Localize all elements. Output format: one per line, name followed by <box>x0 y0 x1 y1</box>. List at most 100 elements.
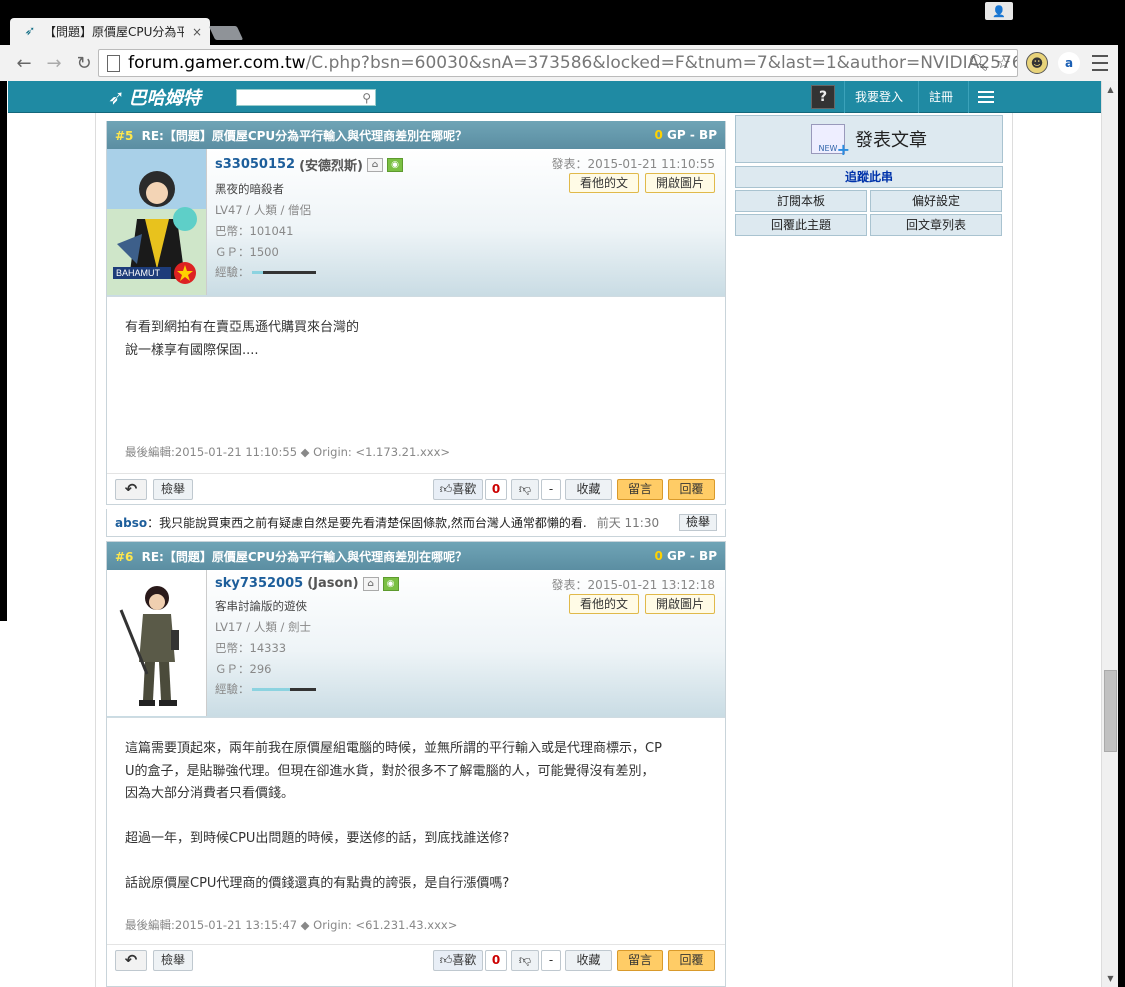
comment-button[interactable]: 留言 <box>617 950 663 971</box>
extension-face-icon[interactable]: ☻ <box>1026 52 1048 74</box>
user-info: sky7352005 (Jason) ⌂ ◉ 客串討論版的遊俠 LV17 / 人… <box>215 576 575 696</box>
forward-arrow-icon[interactable]: → <box>42 51 66 75</box>
site-header: ➶ 巴哈姆特 ⚲ ? 我要登入 註冊 <box>8 81 1101 113</box>
view-user-posts-button[interactable]: 看他的文 <box>568 173 639 193</box>
preferences-button[interactable]: 偏好設定 <box>870 190 1002 212</box>
reply-button[interactable]: 回覆 <box>668 479 715 500</box>
site-search-input[interactable]: ⚲ <box>236 89 376 106</box>
search-icon[interactable]: ⚲ <box>362 91 371 105</box>
collect-button[interactable]: 收藏 <box>565 479 612 500</box>
new-post-label: 發表文章 <box>855 130 927 151</box>
thumbs-down-icon[interactable]: 👎︎ <box>511 479 539 500</box>
view-user-posts-button[interactable]: 看他的文 <box>568 594 639 614</box>
dislike-count: - <box>541 479 561 500</box>
user-coins: 巴幣：14333 <box>215 641 287 655</box>
browser-tab[interactable]: ➶ 【問題】原價屋CPU分為平 × <box>10 18 210 45</box>
comment-text: ：我只能說買東西之前有疑慮自然是要先看清楚保固條款,然而台灣人通常都懶的看. <box>147 516 587 530</box>
comment-report-button[interactable]: 檢舉 <box>678 514 717 531</box>
zoom-search-icon[interactable]: 🔍︎ <box>968 53 988 72</box>
bp-label: - BP <box>689 549 717 563</box>
user-avatar-icon[interactable]: ? <box>811 85 835 109</box>
logo-text: 巴哈姆特 <box>128 88 201 109</box>
track-thread-button[interactable]: 追蹤此串 <box>735 166 1003 188</box>
exp-label: 經驗： <box>215 682 250 696</box>
subscribe-board-button[interactable]: 訂閱本板 <box>735 190 867 212</box>
post-text-line: 說一樣享有國際保固.... <box>125 342 259 358</box>
comment-time: 前天 11:30 <box>596 516 660 530</box>
home-icon[interactable]: ⌂ <box>362 576 379 591</box>
exp-bar <box>251 687 316 691</box>
rss-icon[interactable]: ◉ <box>382 576 399 591</box>
comment-button[interactable]: 留言 <box>617 479 663 500</box>
user-avatar[interactable] <box>107 570 207 716</box>
rss-icon[interactable]: ◉ <box>387 157 403 172</box>
like-button[interactable]: 👍︎喜歡 <box>433 479 483 500</box>
site-logo[interactable]: ➶ 巴哈姆特 <box>108 84 201 110</box>
dragon-logo-icon: ➶ <box>108 85 125 109</box>
browser-tabstrip: ➶ 【問題】原價屋CPU分為平 × 👤 <box>0 0 1125 45</box>
address-bar[interactable]: forum.gamer.com.tw /C.php?bsn=60030&snA=… <box>98 49 1018 77</box>
floor-number: #5 <box>115 128 134 143</box>
gp-count: 0 <box>654 128 663 142</box>
gp-count: 0 <box>654 549 663 563</box>
post-text-line: 有看到網拍有在賣亞馬遜代購買來台灣的 <box>125 320 360 335</box>
post-text-line: 話說原價屋CPU代理商的價錢還真的有點貴的誇張，是自行漲價嗎? <box>125 876 510 891</box>
open-images-button[interactable]: 開啟圖片 <box>644 594 715 614</box>
new-tab-button[interactable] <box>208 26 244 40</box>
back-to-list-button[interactable]: 回文章列表 <box>870 214 1002 236</box>
floor-number: #6 <box>115 549 134 564</box>
tab-title: 【問題】原價屋CPU分為平 <box>44 25 184 39</box>
collect-button[interactable]: 收藏 <box>565 950 612 971</box>
user-exp: 經驗： <box>215 682 575 696</box>
profile-icon[interactable]: 👤 <box>985 2 1013 20</box>
open-images-button[interactable]: 開啟圖片 <box>644 173 715 193</box>
back-button[interactable]: ↶ <box>115 479 147 500</box>
thumbs-up-icon: 👍︎ <box>439 482 453 496</box>
like-count: 0 <box>485 479 507 500</box>
register-link[interactable]: 註冊 <box>918 81 963 113</box>
post-text-line <box>125 806 707 829</box>
back-button[interactable]: ↶ <box>115 950 147 971</box>
tab-close-icon[interactable]: × <box>192 25 202 39</box>
dislike-count: - <box>541 950 561 971</box>
post-actions: ↶ 檢舉 👍︎喜歡 0 👎︎ - 收藏 留言 回覆 <box>107 473 725 503</box>
like-button[interactable]: 👍︎喜歡 <box>433 950 483 971</box>
post-title: RE:【問題】原價屋CPU分為平行輸入與代理商差別在哪呢？ <box>141 128 468 143</box>
exp-bar <box>251 270 316 274</box>
user-gp: ＧＰ：1500 <box>215 245 279 259</box>
scroll-down-arrow-icon[interactable]: ▼ <box>1102 970 1119 987</box>
user-nickname: (安德烈斯) <box>299 159 363 174</box>
username-link[interactable]: sky7352005 <box>215 576 303 591</box>
browser-menu-icon[interactable] <box>1092 55 1108 71</box>
post-floor-6: #6 RE:【問題】原價屋CPU分為平行輸入與代理商差別在哪呢？ 0 GP - … <box>106 541 726 987</box>
reply-button[interactable]: 回覆 <box>668 950 715 971</box>
reply-topic-button[interactable]: 回覆此主題 <box>735 214 867 236</box>
extension-a-icon[interactable]: a <box>1058 52 1080 74</box>
post-author-panel: sky7352005 (Jason) ⌂ ◉ 客串討論版的遊俠 LV17 / 人… <box>107 570 725 718</box>
reload-icon[interactable]: ↻ <box>72 51 96 75</box>
home-icon[interactable]: ⌂ <box>367 157 383 172</box>
like-count: 0 <box>485 950 507 971</box>
scrollbar-thumb[interactable] <box>1104 670 1117 752</box>
report-button[interactable]: 檢舉 <box>153 950 193 971</box>
new-post-icon: NEW <box>811 124 850 159</box>
post-floor-5: #5 RE:【問題】原價屋CPU分為平行輸入與代理商差別在哪呢？ 0 GP - … <box>106 121 726 505</box>
report-button[interactable]: 檢舉 <box>153 479 193 500</box>
thumbs-down-icon[interactable]: 👎︎ <box>511 950 539 971</box>
comment-author[interactable]: abso <box>115 516 147 530</box>
post-date: 發表：2015-01-21 11:10:55 <box>551 157 715 171</box>
user-nickname: (Jason) <box>307 576 359 591</box>
page-scrollbar[interactable]: ▲ ▼ <box>1101 81 1118 987</box>
hamburger-menu-icon[interactable] <box>968 81 1002 113</box>
login-link[interactable]: 我要登入 <box>844 81 913 113</box>
user-avatar[interactable]: BAHAMUT <box>107 149 207 295</box>
new-post-button[interactable]: NEW 發表文章 <box>735 115 1003 163</box>
comment-row: abso ：我只能說買東西之前有疑慮自然是要先看清楚保固條款,然而台灣人通常都懶… <box>106 509 726 537</box>
back-arrow-icon[interactable]: ← <box>12 51 36 75</box>
user-coins: 巴幣：101041 <box>215 224 294 238</box>
scroll-up-arrow-icon[interactable]: ▲ <box>1102 81 1119 98</box>
post-text-line: 因為大部分消費者只看價錢。 <box>125 786 295 801</box>
bookmark-star-icon[interactable]: ☆ <box>997 53 1011 72</box>
post-title-bar: #6 RE:【問題】原價屋CPU分為平行輸入與代理商差別在哪呢？ 0 GP - … <box>107 542 725 570</box>
username-link[interactable]: s33050152 <box>215 157 295 172</box>
